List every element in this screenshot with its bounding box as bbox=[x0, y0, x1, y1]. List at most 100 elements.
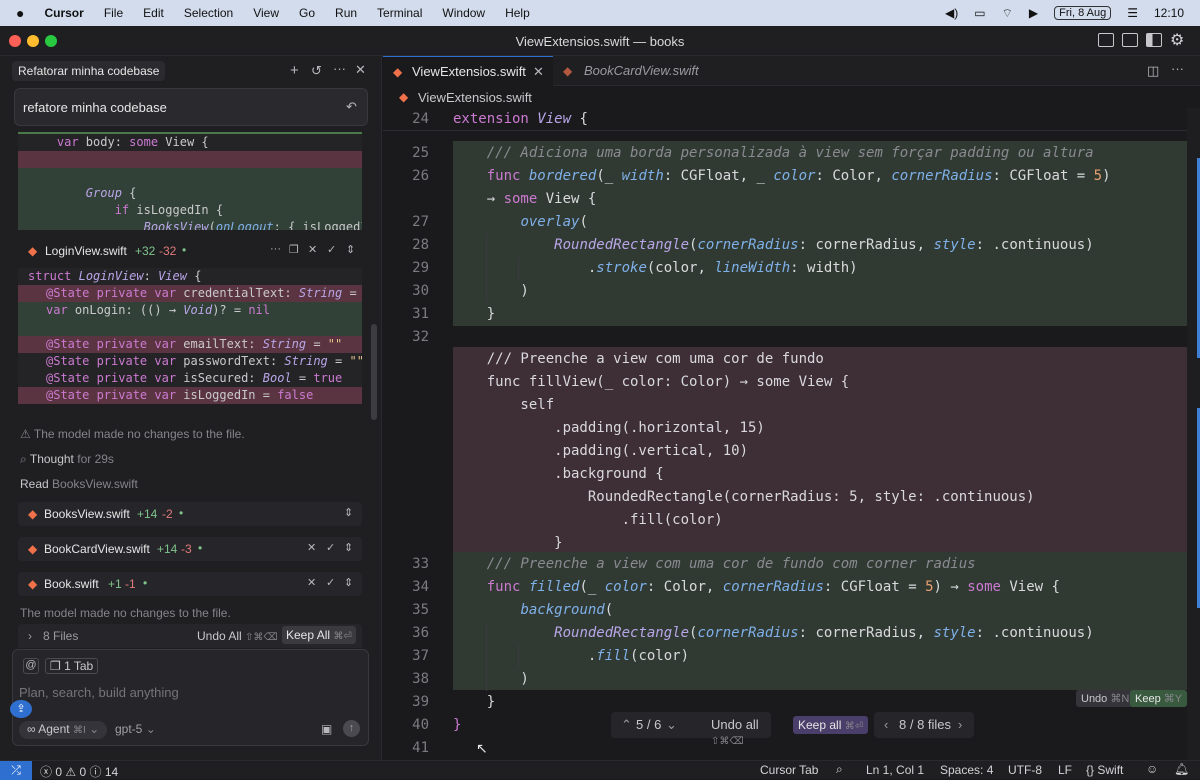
more-icon[interactable]: ··· bbox=[270, 243, 281, 255]
context-tab-chip[interactable]: ❐ 1 Tab bbox=[45, 658, 99, 674]
toggle-panel-icon[interactable] bbox=[1098, 33, 1114, 47]
accept-icon[interactable]: ✓ bbox=[326, 576, 335, 589]
zoom-icon[interactable]: ⌕ bbox=[836, 762, 843, 777]
toggle-sidebar-icon[interactable] bbox=[1146, 33, 1162, 47]
close-tab-icon[interactable]: ✕ bbox=[533, 64, 544, 80]
removed-line[interactable]: self bbox=[383, 394, 1200, 417]
expand-icon[interactable]: ⇕ bbox=[344, 541, 353, 554]
code-line-28[interactable]: 28 RoundedRectangle(cornerRadius: corner… bbox=[383, 234, 1200, 257]
notifications-bell-icon[interactable]: 🔔︎ bbox=[1174, 762, 1189, 776]
revert-icon[interactable]: ↶ bbox=[346, 99, 357, 115]
code-line-29[interactable]: 29 .stroke(color, lineWidth: width) bbox=[383, 257, 1200, 280]
apple-icon[interactable]: ● bbox=[16, 5, 24, 21]
play-icon[interactable]: ▶ bbox=[1029, 6, 1038, 20]
mode-selector[interactable]: ∞ Agent ⌘I ⌄ bbox=[19, 721, 108, 739]
overview-ruler[interactable] bbox=[1187, 108, 1200, 760]
code-line-30[interactable]: 30 ) bbox=[383, 280, 1200, 303]
code-line-33[interactable]: 33 /// Preenche a view com uma cor de fu… bbox=[383, 553, 1200, 576]
removed-line[interactable]: .fill(color) bbox=[383, 509, 1200, 532]
removed-line[interactable]: .padding(.vertical, 10) bbox=[383, 440, 1200, 463]
split-editor-icon[interactable] bbox=[1122, 33, 1138, 47]
control-center-icon[interactable]: ☰ bbox=[1127, 6, 1138, 20]
thought-row[interactable]: ⌕ Thought for 29s bbox=[20, 452, 114, 467]
indentation[interactable]: Spaces: 4 bbox=[940, 763, 993, 777]
tab-bookcardview[interactable]: ◆ BookCardView.swift bbox=[553, 56, 723, 86]
menu-selection[interactable]: Selection bbox=[184, 6, 233, 20]
removed-line[interactable]: .padding(.horizontal, 15) bbox=[383, 417, 1200, 440]
reject-icon[interactable]: ✕ bbox=[308, 243, 317, 256]
code-line-35[interactable]: 35 background( bbox=[383, 599, 1200, 622]
cursor-tab-status[interactable]: Cursor Tab bbox=[760, 763, 818, 777]
copy-icon[interactable]: ❐ bbox=[289, 243, 299, 256]
line-ending[interactable]: LF bbox=[1058, 763, 1072, 777]
menu-edit[interactable]: Edit bbox=[143, 6, 164, 20]
problems-indicator[interactable]: ⓧ 0 ⚠ 0 ⓘ 14 bbox=[40, 763, 118, 780]
file-row-book[interactable]: ◆ Book.swift +1 -1 • ✕ ✓ ⇕ bbox=[18, 572, 362, 596]
keep-all-editor-button[interactable]: Keep all ⌘⏎ bbox=[793, 716, 869, 734]
menu-app-name[interactable]: Cursor bbox=[44, 6, 83, 20]
code-line-37[interactable]: 37 .fill(color) bbox=[383, 645, 1200, 668]
code-line-40[interactable]: 40} bbox=[383, 714, 1200, 737]
expand-icon[interactable]: ⇕ bbox=[344, 576, 353, 589]
code-line-31[interactable]: 31 } bbox=[383, 303, 1200, 326]
keep-all-button[interactable]: Keep All ⌘⏎ bbox=[282, 626, 356, 644]
expand-files-icon[interactable]: › bbox=[28, 629, 32, 643]
image-attach-icon[interactable]: ▣ bbox=[321, 722, 332, 736]
read-row[interactable]: Read BooksView.swift bbox=[20, 477, 138, 491]
menu-file[interactable]: File bbox=[104, 6, 123, 20]
reject-icon[interactable]: ✕ bbox=[307, 576, 316, 589]
split-editor-icon[interactable]: ◫ bbox=[1147, 63, 1159, 79]
accept-icon[interactable]: ✓ bbox=[326, 541, 335, 554]
file-diff-header-loginview[interactable]: ◆ LoginView.swift +32 -32 • ··· ❐ ✕ ✓ ⇕ bbox=[18, 238, 362, 264]
cursor-position[interactable]: Ln 1, Col 1 bbox=[866, 763, 924, 777]
tab-viewextensios[interactable]: ◆ ViewExtensios.swift ✕ bbox=[383, 56, 553, 86]
more-options-icon[interactable]: ··· bbox=[333, 61, 346, 76]
send-icon[interactable]: ↑ bbox=[343, 720, 360, 737]
settings-gear-icon[interactable]: ⚙ bbox=[1170, 30, 1184, 50]
chat-title-tab[interactable]: Refatorar minha codebase bbox=[12, 61, 166, 81]
breadcrumb-file[interactable]: ViewExtensios.swift bbox=[418, 90, 532, 105]
accept-icon[interactable]: ✓ bbox=[327, 243, 336, 256]
prev-file-icon[interactable]: ‹ bbox=[884, 717, 888, 732]
code-line-25[interactable]: 25 /// Adiciona uma borda personalizada … bbox=[383, 142, 1200, 165]
code-line-34[interactable]: 34 func filled(_ color: Color, cornerRad… bbox=[383, 576, 1200, 599]
file-row-bookcardview[interactable]: ◆ BookCardView.swift +14 -3 • ✕ ✓ ⇕ bbox=[18, 537, 362, 561]
removed-line[interactable]: } bbox=[383, 532, 1200, 555]
expand-icon[interactable]: ⇕ bbox=[344, 506, 353, 519]
history-icon[interactable]: ↺ bbox=[311, 63, 322, 79]
removed-line[interactable]: RoundedRectangle(cornerRadius: 5, style:… bbox=[383, 486, 1200, 509]
removed-line[interactable]: /// Preenche a view com uma cor de fundo bbox=[383, 348, 1200, 371]
removed-line[interactable]: .background { bbox=[383, 463, 1200, 486]
code-line-26-wrap[interactable]: → some View { bbox=[383, 188, 1200, 211]
wifi-icon[interactable]: ⌔ bbox=[1002, 6, 1013, 21]
new-chat-icon[interactable]: + bbox=[290, 62, 299, 79]
chat-scrollbar[interactable] bbox=[371, 324, 377, 420]
expand-icon[interactable]: ⇕ bbox=[346, 243, 355, 256]
volume-icon[interactable]: ◀) bbox=[945, 6, 958, 20]
next-file-icon[interactable]: › bbox=[958, 717, 962, 732]
menu-terminal[interactable]: Terminal bbox=[377, 6, 422, 20]
removed-line[interactable]: func fillView(_ color: Color) → some Vie… bbox=[383, 371, 1200, 394]
close-chat-icon[interactable]: ✕ bbox=[355, 62, 366, 78]
menu-window[interactable]: Window bbox=[442, 6, 485, 20]
keep-hunk-button[interactable]: Keep ⌘Y bbox=[1130, 690, 1188, 707]
code-line-36[interactable]: 36 RoundedRectangle(cornerRadius: corner… bbox=[383, 622, 1200, 645]
undo-hunk-button[interactable]: Undo ⌘N bbox=[1076, 690, 1135, 707]
user-message-bubble[interactable]: refatore minha codebase ↶ bbox=[14, 88, 368, 126]
language-mode[interactable]: {} Swift bbox=[1086, 763, 1123, 777]
code-line-41[interactable]: 41 bbox=[383, 737, 1200, 760]
chat-input[interactable] bbox=[19, 683, 339, 701]
undo-all-editor-button[interactable]: Undo all ⇧⌘⌫ bbox=[711, 717, 771, 747]
menu-run[interactable]: Run bbox=[335, 6, 357, 20]
mention-icon[interactable]: @ bbox=[23, 658, 39, 674]
more-actions-icon[interactable]: ··· bbox=[1171, 61, 1184, 76]
menu-go[interactable]: Go bbox=[299, 6, 315, 20]
prev-hunk-icon[interactable]: ⌃ bbox=[621, 717, 632, 733]
reject-icon[interactable]: ✕ bbox=[307, 541, 316, 554]
encoding[interactable]: UTF-8 bbox=[1008, 763, 1042, 777]
file-row-booksview[interactable]: ◆ BooksView.swift +14 -2 • ⇕ bbox=[18, 502, 362, 526]
menu-help[interactable]: Help bbox=[505, 6, 530, 20]
next-hunk-icon[interactable]: ⌄ bbox=[666, 717, 677, 733]
code-line-27[interactable]: 27 overlay( bbox=[383, 211, 1200, 234]
battery-icon[interactable]: ▭ bbox=[974, 6, 985, 20]
